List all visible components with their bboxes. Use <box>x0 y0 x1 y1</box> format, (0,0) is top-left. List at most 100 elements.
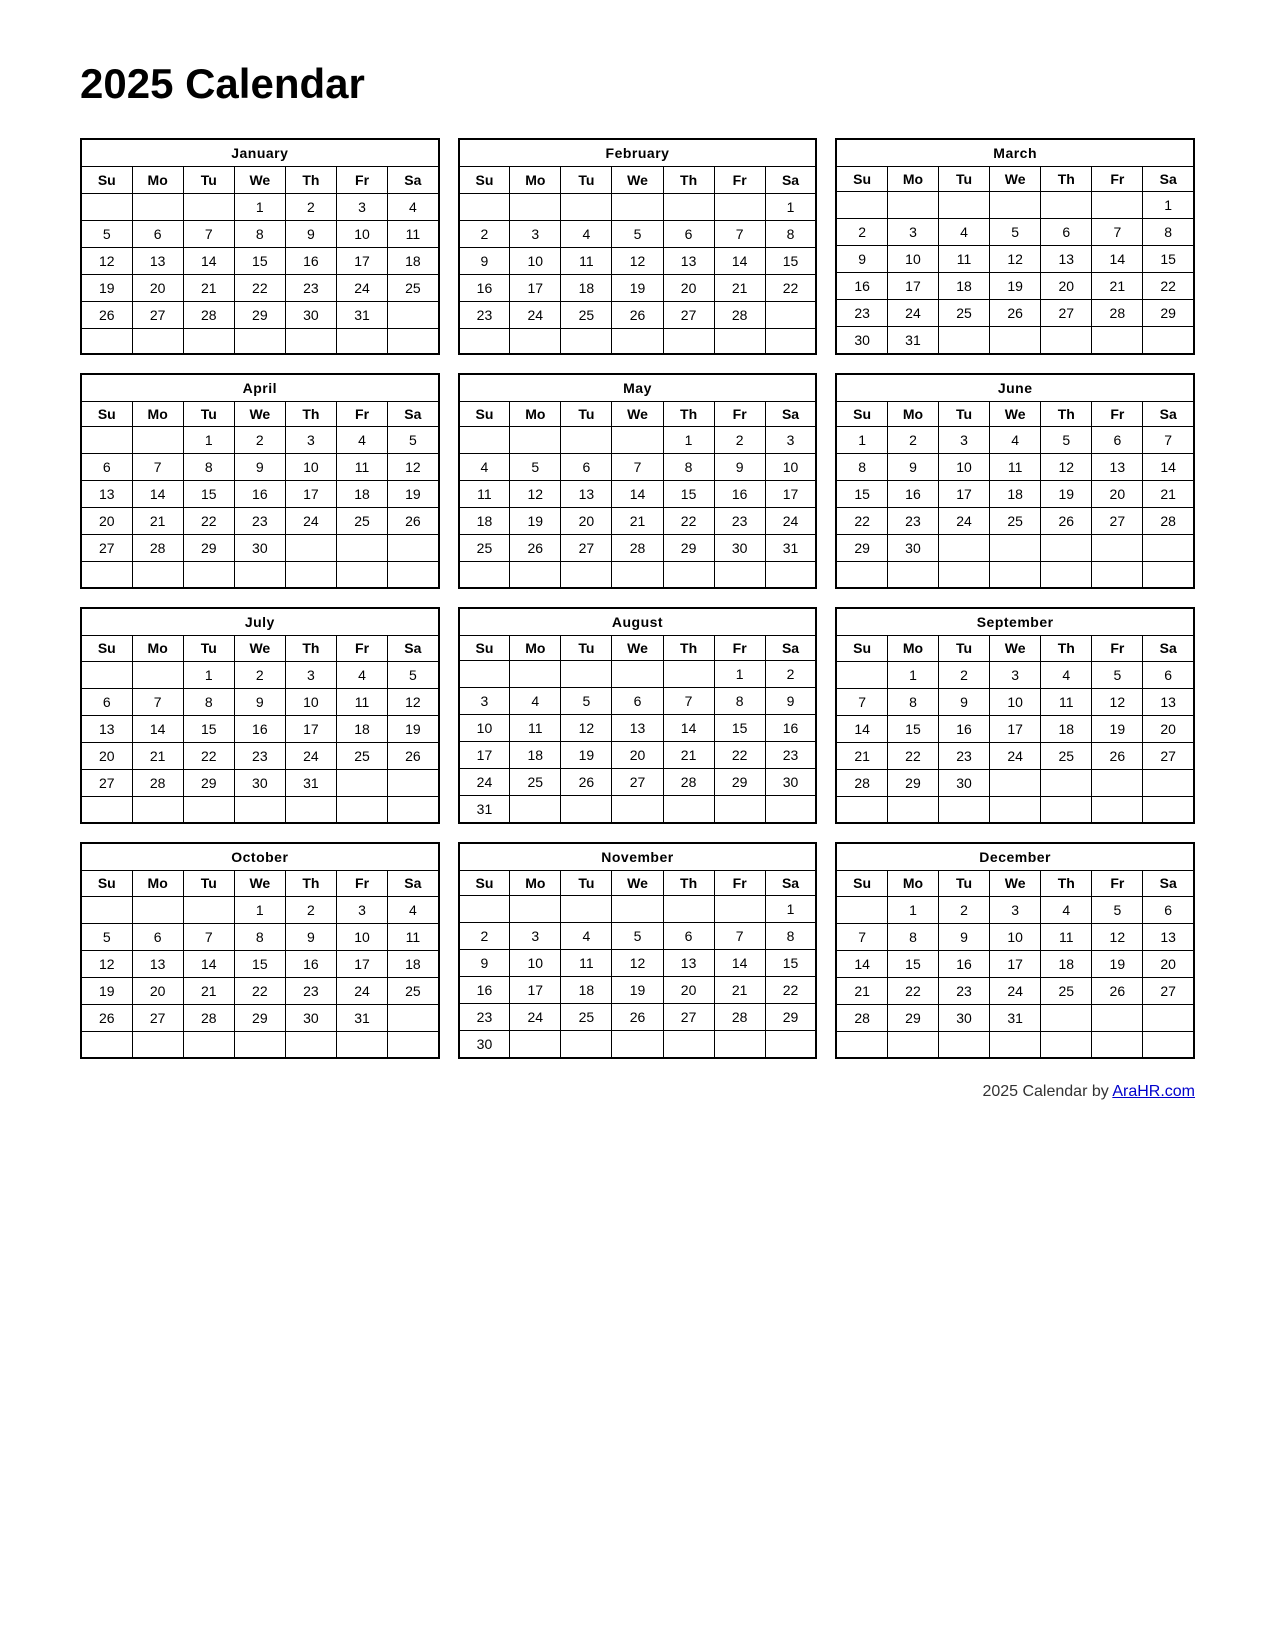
calendar-day: 27 <box>561 535 612 562</box>
calendar-day: 14 <box>183 951 234 978</box>
calendar-day: 7 <box>714 220 765 247</box>
calendar-day: 29 <box>234 1005 285 1032</box>
calendar-day: 22 <box>836 508 887 535</box>
calendar-day <box>836 562 887 588</box>
calendar-day: 3 <box>939 427 990 454</box>
calendar-day <box>765 301 816 328</box>
calendar-day: 24 <box>887 300 938 327</box>
table-row: 20212223242526 <box>81 743 439 770</box>
calendar-day: 13 <box>1143 689 1194 716</box>
calendar-day: 31 <box>887 327 938 355</box>
table-row: 3456789 <box>459 687 817 714</box>
table-row: 16171819202122 <box>459 274 817 301</box>
calendar-day <box>459 562 510 588</box>
calendar-day: 20 <box>132 274 183 301</box>
table-row <box>81 1032 439 1058</box>
calendar-day <box>183 797 234 823</box>
month-title-july: July <box>81 608 439 636</box>
day-header-we: We <box>990 635 1041 662</box>
calendar-day: 3 <box>510 922 561 949</box>
month-table-september: SeptemberSuMoTuWeThFrSa12345678910111213… <box>835 607 1195 824</box>
calendar-day: 17 <box>336 247 387 274</box>
calendar-day: 19 <box>388 716 439 743</box>
calendar-day <box>663 660 714 687</box>
table-row: 11121314151617 <box>459 481 817 508</box>
day-header-fr: Fr <box>1092 402 1143 427</box>
calendar-day: 13 <box>132 951 183 978</box>
calendar-day <box>612 193 663 220</box>
calendar-day: 14 <box>1143 454 1194 481</box>
table-row: 567891011 <box>81 924 439 951</box>
table-row: 2345678 <box>459 220 817 247</box>
day-header-su: Su <box>81 167 132 194</box>
calendar-day <box>336 562 387 588</box>
calendar-day: 30 <box>714 535 765 562</box>
calendar-day: 9 <box>714 454 765 481</box>
calendar-day: 27 <box>1092 508 1143 535</box>
calendar-day: 29 <box>714 768 765 795</box>
calendar-day: 26 <box>81 301 132 328</box>
calendar-day <box>561 660 612 687</box>
footer-link[interactable]: AraHR.com <box>1112 1083 1195 1100</box>
calendar-day <box>336 770 387 797</box>
calendar-day: 10 <box>990 689 1041 716</box>
calendar-day: 26 <box>561 768 612 795</box>
day-header-tu: Tu <box>561 635 612 660</box>
calendar-day <box>510 427 561 454</box>
day-header-tu: Tu <box>939 870 990 897</box>
calendar-day: 2 <box>887 427 938 454</box>
calendar-day <box>234 797 285 823</box>
calendar-day: 7 <box>836 689 887 716</box>
calendar-day <box>132 328 183 354</box>
calendar-day: 5 <box>990 219 1041 246</box>
table-row: 2345678 <box>836 219 1194 246</box>
calendar-day <box>887 797 938 823</box>
calendar-day <box>990 797 1041 823</box>
calendar-day <box>285 562 336 588</box>
calendar-day: 6 <box>1143 662 1194 689</box>
calendar-day: 4 <box>561 922 612 949</box>
calendar-day: 21 <box>714 976 765 1003</box>
calendar-day: 31 <box>336 301 387 328</box>
calendar-day <box>81 562 132 588</box>
day-header-fr: Fr <box>714 870 765 895</box>
calendar-day: 26 <box>990 300 1041 327</box>
table-row: 19202122232425 <box>81 978 439 1005</box>
calendar-day: 18 <box>1041 951 1092 978</box>
table-row: 12345 <box>81 662 439 689</box>
table-row: 78910111213 <box>836 689 1194 716</box>
calendar-day: 18 <box>336 481 387 508</box>
calendar-day <box>939 327 990 355</box>
day-header-th: Th <box>663 402 714 427</box>
calendar-day: 1 <box>234 897 285 924</box>
calendar-day: 23 <box>939 978 990 1005</box>
calendar-day: 12 <box>388 454 439 481</box>
calendar-day: 10 <box>285 454 336 481</box>
calendar-day: 15 <box>836 481 887 508</box>
calendar-day: 14 <box>714 949 765 976</box>
calendar-day: 5 <box>1092 662 1143 689</box>
calendar-day: 6 <box>1041 219 1092 246</box>
calendar-day <box>612 660 663 687</box>
calendar-day: 2 <box>836 219 887 246</box>
table-row: 28293031 <box>836 1005 1194 1032</box>
calendar-day: 21 <box>612 508 663 535</box>
calendar-day <box>765 1030 816 1058</box>
day-header-we: We <box>990 167 1041 192</box>
calendar-day: 7 <box>183 220 234 247</box>
table-row: 13141516171819 <box>81 716 439 743</box>
calendar-day: 8 <box>836 454 887 481</box>
day-header-tu: Tu <box>183 167 234 194</box>
calendar-day <box>183 193 234 220</box>
calendar-day: 3 <box>887 219 938 246</box>
calendar-day: 31 <box>336 1005 387 1032</box>
calendar-day: 11 <box>990 454 1041 481</box>
calendar-day <box>336 535 387 562</box>
calendar-day: 24 <box>990 978 1041 1005</box>
calendar-day: 21 <box>132 508 183 535</box>
calendar-day: 6 <box>561 454 612 481</box>
calendar-day: 16 <box>765 714 816 741</box>
calendar-day <box>459 427 510 454</box>
day-header-tu: Tu <box>561 167 612 194</box>
calendar-day: 26 <box>1092 978 1143 1005</box>
